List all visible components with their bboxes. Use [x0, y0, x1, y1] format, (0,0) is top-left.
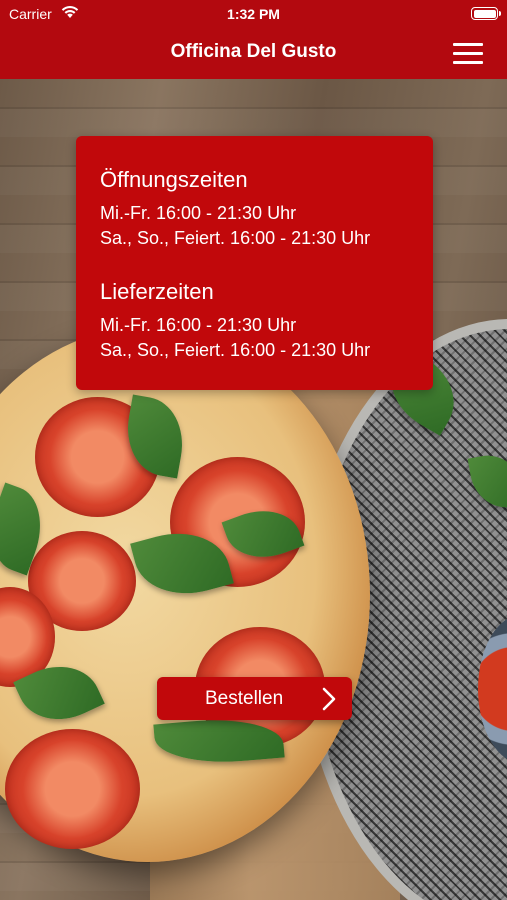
opening-hours-line: Sa., So., Feiert. 16:00 - 21:30 Uhr	[100, 228, 371, 248]
hamburger-menu-icon[interactable]	[446, 38, 488, 70]
opening-hours-line: Mi.-Fr. 16:00 - 21:30 Uhr	[100, 203, 297, 223]
page-title: Officina Del Gusto	[170, 41, 337, 62]
menu-line	[453, 43, 483, 46]
chevron-right-icon	[322, 687, 336, 711]
hours-card: Öffnungszeiten Mi.-Fr. 16:00 - 21:30 Uhr…	[76, 136, 433, 390]
order-button-label: Bestellen	[205, 688, 284, 709]
navigation-bar: Officina Del Gusto	[0, 30, 507, 79]
delivery-hours-title: Lieferzeiten	[100, 279, 214, 304]
battery-level	[473, 9, 496, 18]
menu-line	[453, 52, 483, 55]
opening-hours-title: Öffnungszeiten	[100, 167, 248, 192]
order-button[interactable]: Bestellen	[157, 677, 352, 720]
clock: 1:32 PM	[227, 6, 280, 22]
menu-line	[453, 61, 483, 64]
tomato-slice	[5, 729, 140, 849]
battery-icon	[471, 7, 501, 20]
delivery-hours-line: Mi.-Fr. 16:00 - 21:30 Uhr	[100, 315, 297, 335]
delivery-hours-line: Sa., So., Feiert. 16:00 - 21:30 Uhr	[100, 340, 371, 360]
status-bar: Carrier 1:32 PM	[0, 0, 507, 30]
